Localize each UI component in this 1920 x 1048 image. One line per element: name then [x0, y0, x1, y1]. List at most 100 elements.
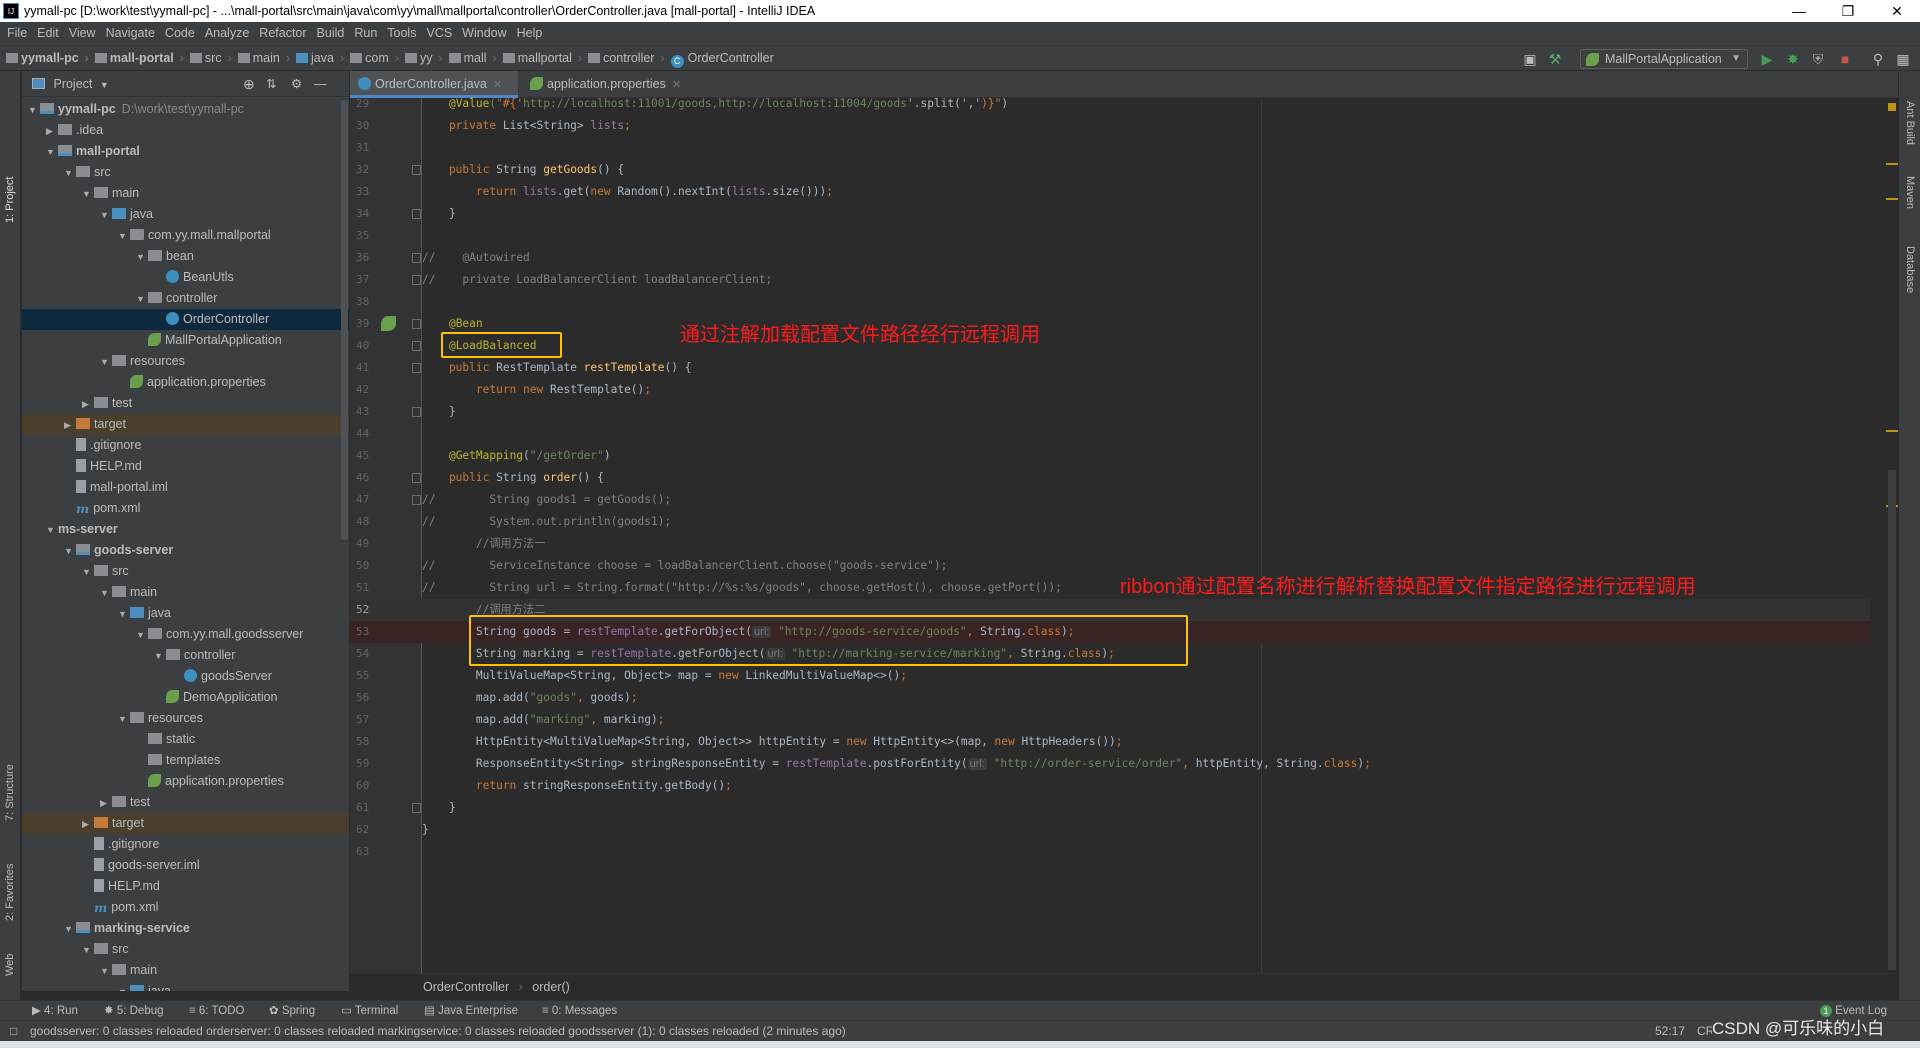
expand-arrow-icon[interactable]: ▼ [100, 205, 112, 226]
code-line[interactable]: 32 public String getGoods() { [350, 159, 1870, 181]
tool-tab-database[interactable]: Database [1904, 246, 1916, 293]
line-number[interactable]: 37 [356, 269, 376, 291]
line-number[interactable]: 29 [356, 98, 376, 115]
line-number[interactable]: 59 [356, 753, 376, 775]
code-line[interactable]: 41 public RestTemplate restTemplate() { [350, 357, 1870, 379]
code-line[interactable]: 48 // System.out.println(goods1); [350, 511, 1870, 533]
collapse-all-icon[interactable]: ⇅ [266, 71, 276, 97]
menu-run[interactable]: Run [354, 26, 377, 40]
line-number[interactable]: 41 [356, 357, 376, 379]
tree-item[interactable]: static [22, 729, 349, 750]
tool-terminal-button[interactable]: ▭ Terminal [341, 1001, 398, 1021]
expand-arrow-icon[interactable]: ▼ [118, 604, 130, 625]
nav-crumb[interactable]: src › [189, 46, 232, 71]
tree-item[interactable]: ▼ src [22, 561, 349, 582]
tree-item[interactable]: ▼ main [22, 183, 349, 204]
error-stripe-mark[interactable] [1886, 163, 1898, 165]
stop-icon[interactable]: ■ [1835, 49, 1855, 69]
code-line[interactable]: 49 //调用方法一 [350, 533, 1870, 555]
line-number[interactable]: 31 [356, 137, 376, 159]
expand-arrow-icon[interactable]: ▼ [82, 562, 94, 583]
close-tab-icon[interactable]: ✕ [672, 79, 681, 91]
line-number[interactable]: 52 [356, 599, 376, 621]
project-scrollbar[interactable] [341, 100, 348, 540]
nav-crumb[interactable]: mallportal › [502, 46, 582, 71]
expand-arrow-icon[interactable]: ▼ [64, 541, 76, 562]
expand-arrow-icon[interactable]: ▼ [136, 625, 148, 646]
expand-arrow-icon[interactable]: ▼ [82, 940, 94, 961]
tree-item[interactable]: goodsServer [22, 666, 349, 687]
line-number[interactable]: 63 [356, 841, 376, 863]
code-line[interactable]: 63 [350, 841, 1870, 863]
code-line[interactable]: 45 @GetMapping("/getOrder") [350, 445, 1870, 467]
tool-tab-web[interactable]: Web [4, 954, 16, 976]
code-line[interactable]: 57 map.add("marking", marking); [350, 709, 1870, 731]
code-editor[interactable]: 29 @Value("#{'http://localhost:11001/goo… [350, 98, 1898, 973]
line-number[interactable]: 35 [356, 225, 376, 247]
build-hammer-icon[interactable]: ⚒ [1545, 49, 1565, 69]
debug-icon[interactable]: ✸ [1783, 49, 1803, 69]
code-line[interactable]: 38 [350, 291, 1870, 313]
tool-tab-maven[interactable]: Maven [1904, 176, 1916, 209]
code-line[interactable]: 29 @Value("#{'http://localhost:11001/goo… [350, 98, 1870, 115]
coverage-icon[interactable]: ⛨ [1808, 49, 1828, 69]
code-line[interactable]: 30 private List<String> lists; [350, 115, 1870, 137]
line-number[interactable]: 43 [356, 401, 376, 423]
line-number[interactable]: 46 [356, 467, 376, 489]
error-stripe-mark[interactable] [1886, 430, 1898, 432]
menu-navigate[interactable]: Navigate [106, 26, 155, 40]
nav-crumb[interactable]: mall › [448, 46, 497, 71]
line-number[interactable]: 32 [356, 159, 376, 181]
line-number[interactable]: 53 [356, 621, 376, 643]
expand-arrow-icon[interactable]: ▼ [118, 709, 130, 730]
line-number[interactable]: 48 [356, 511, 376, 533]
line-number[interactable]: 36 [356, 247, 376, 269]
nav-crumb[interactable]: java › [296, 46, 344, 71]
editor-scrollbar[interactable] [1888, 470, 1896, 970]
expand-arrow-icon[interactable]: ▼ [64, 163, 76, 184]
line-number[interactable]: 38 [356, 291, 376, 313]
line-number[interactable]: 61 [356, 797, 376, 819]
tree-item[interactable]: templates [22, 750, 349, 771]
code-line[interactable]: 61 } [350, 797, 1870, 819]
code-line[interactable]: 42 return new RestTemplate(); [350, 379, 1870, 401]
tree-item[interactable]: ▼ marking-service [22, 918, 349, 939]
tree-item[interactable]: goods-server.iml [22, 855, 349, 876]
maximize-button[interactable]: ❐ [1825, 0, 1871, 22]
tree-item[interactable]: HELP.md [22, 456, 349, 477]
close-tab-icon[interactable]: ✕ [493, 79, 502, 91]
expand-arrow-icon[interactable]: ▼ [46, 520, 58, 541]
expand-arrow-icon[interactable]: ▼ [136, 247, 148, 268]
tree-item[interactable]: ▶ test [22, 792, 349, 813]
nav-crumb[interactable]: yymall-pc › [6, 46, 89, 71]
code-line[interactable]: 55 MultiValueMap<String, Object> map = n… [350, 665, 1870, 687]
status-message[interactable]: goodsserver: 0 classes reloaded orderser… [30, 1021, 846, 1041]
tree-item[interactable]: ▼ resources [22, 351, 349, 372]
error-stripe-mark[interactable] [1886, 198, 1898, 200]
caret-position[interactable]: 52:17 [1655, 1021, 1685, 1041]
tree-item[interactable]: OrderController [22, 309, 349, 330]
menu-code[interactable]: Code [165, 26, 195, 40]
line-number[interactable]: 54 [356, 643, 376, 665]
expand-arrow-icon[interactable]: ▼ [100, 961, 112, 982]
line-number[interactable]: 58 [356, 731, 376, 753]
tool-tab-favorites[interactable]: 2: Favorites [4, 864, 16, 921]
line-number[interactable]: 56 [356, 687, 376, 709]
nav-crumb[interactable]: mall-portal › [94, 46, 184, 71]
menu-refactor[interactable]: Refactor [259, 26, 306, 40]
line-number[interactable]: 55 [356, 665, 376, 687]
code-line[interactable]: 40 @LoadBalanced [350, 335, 1870, 357]
menu-view[interactable]: View [69, 26, 96, 40]
code-line[interactable]: 62} [350, 819, 1870, 841]
tree-item[interactable]: m pom.xml [22, 897, 349, 918]
collapse-arrow-icon[interactable]: ▶ [46, 121, 58, 142]
project-structure-icon[interactable]: ▦ [1893, 49, 1913, 69]
menu-build[interactable]: Build [317, 26, 345, 40]
nav-crumb[interactable]: C OrderController [670, 46, 774, 71]
tree-item[interactable]: ▼ src [22, 162, 349, 183]
tree-item[interactable]: ▼ bean [22, 246, 349, 267]
menu-help[interactable]: Help [517, 26, 543, 40]
event-log-button[interactable]: 1 Event Log [1820, 1001, 1887, 1021]
tree-item[interactable]: ▼ ms-server [22, 519, 349, 540]
tool-messages-button[interactable]: ≡ 0: Messages [542, 1001, 617, 1021]
